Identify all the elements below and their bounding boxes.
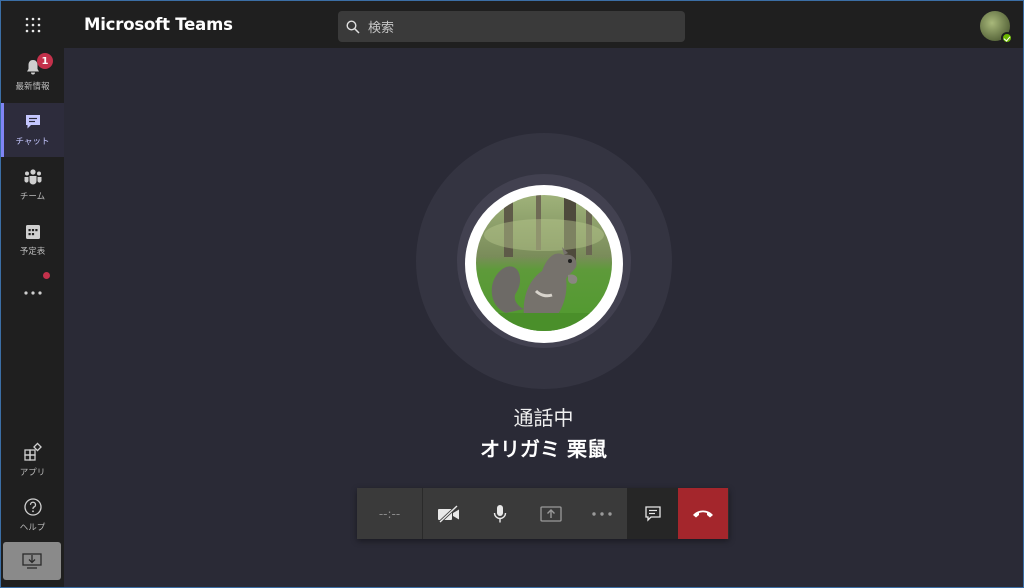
hang-up-button[interactable] (678, 488, 728, 539)
search-icon (346, 19, 360, 34)
microphone-button[interactable] (474, 488, 525, 539)
notification-badge: 1 (37, 53, 53, 69)
share-screen-button[interactable] (525, 488, 576, 539)
share-screen-icon (539, 505, 562, 522)
camera-toggle-button[interactable] (423, 488, 474, 539)
help-icon (23, 498, 42, 516)
rail-item-label: チーム (19, 192, 46, 202)
rail-item-label: アプリ (19, 468, 46, 478)
camera-off-icon (437, 504, 459, 523)
microphone-icon (493, 504, 506, 522)
top-bar: Microsoft Teams 検索 (1, 1, 1023, 48)
download-icon (22, 553, 42, 569)
more-actions-button[interactable] (576, 488, 627, 539)
app-launcher-icon[interactable] (1, 1, 64, 48)
rail-item-more[interactable] (1, 268, 64, 318)
teams-icon (23, 169, 42, 185)
caller-name: オリガミ 栗鼠 (480, 437, 607, 461)
app-bar: 最新情報 1 チャット チーム 予定表 アプリ ヘルプ (1, 48, 64, 587)
app-title: Microsoft Teams (84, 15, 233, 34)
rail-item-help[interactable]: ヘルプ (1, 488, 64, 542)
profile-avatar[interactable] (980, 11, 1013, 44)
search-input[interactable]: 検索 (338, 11, 685, 42)
rail-item-label: 最新情報 (15, 82, 50, 92)
call-timer: --:-- (357, 488, 423, 539)
show-conversation-button[interactable] (627, 488, 678, 539)
more-icon (23, 291, 42, 295)
calendar-icon (25, 225, 40, 239)
rail-item-label: 予定表 (19, 247, 46, 257)
presence-available-icon (1001, 32, 1013, 44)
rail-item-chat[interactable]: チャット (1, 103, 64, 157)
more-icon (591, 511, 612, 516)
chat-icon (644, 505, 661, 522)
rail-item-teams[interactable]: チーム (1, 158, 64, 212)
call-stage: 通話中 オリガミ 栗鼠 --:-- (64, 48, 1023, 587)
hang-up-icon (693, 510, 713, 517)
call-controls-bar: --:-- (357, 488, 729, 539)
rail-item-apps[interactable]: アプリ (1, 433, 64, 487)
search-placeholder: 検索 (368, 21, 395, 36)
caller-avatar (476, 195, 612, 331)
rail-item-calendar[interactable]: 予定表 (1, 213, 64, 267)
download-app-button[interactable] (3, 542, 61, 580)
call-status: 通話中 (513, 406, 574, 430)
rail-item-label: ヘルプ (19, 523, 46, 533)
apps-icon (23, 442, 42, 461)
rail-item-activity[interactable]: 最新情報 1 (1, 48, 64, 102)
more-notification-dot (43, 272, 50, 279)
rail-item-label: チャット (15, 137, 50, 147)
chat-icon (25, 115, 40, 129)
